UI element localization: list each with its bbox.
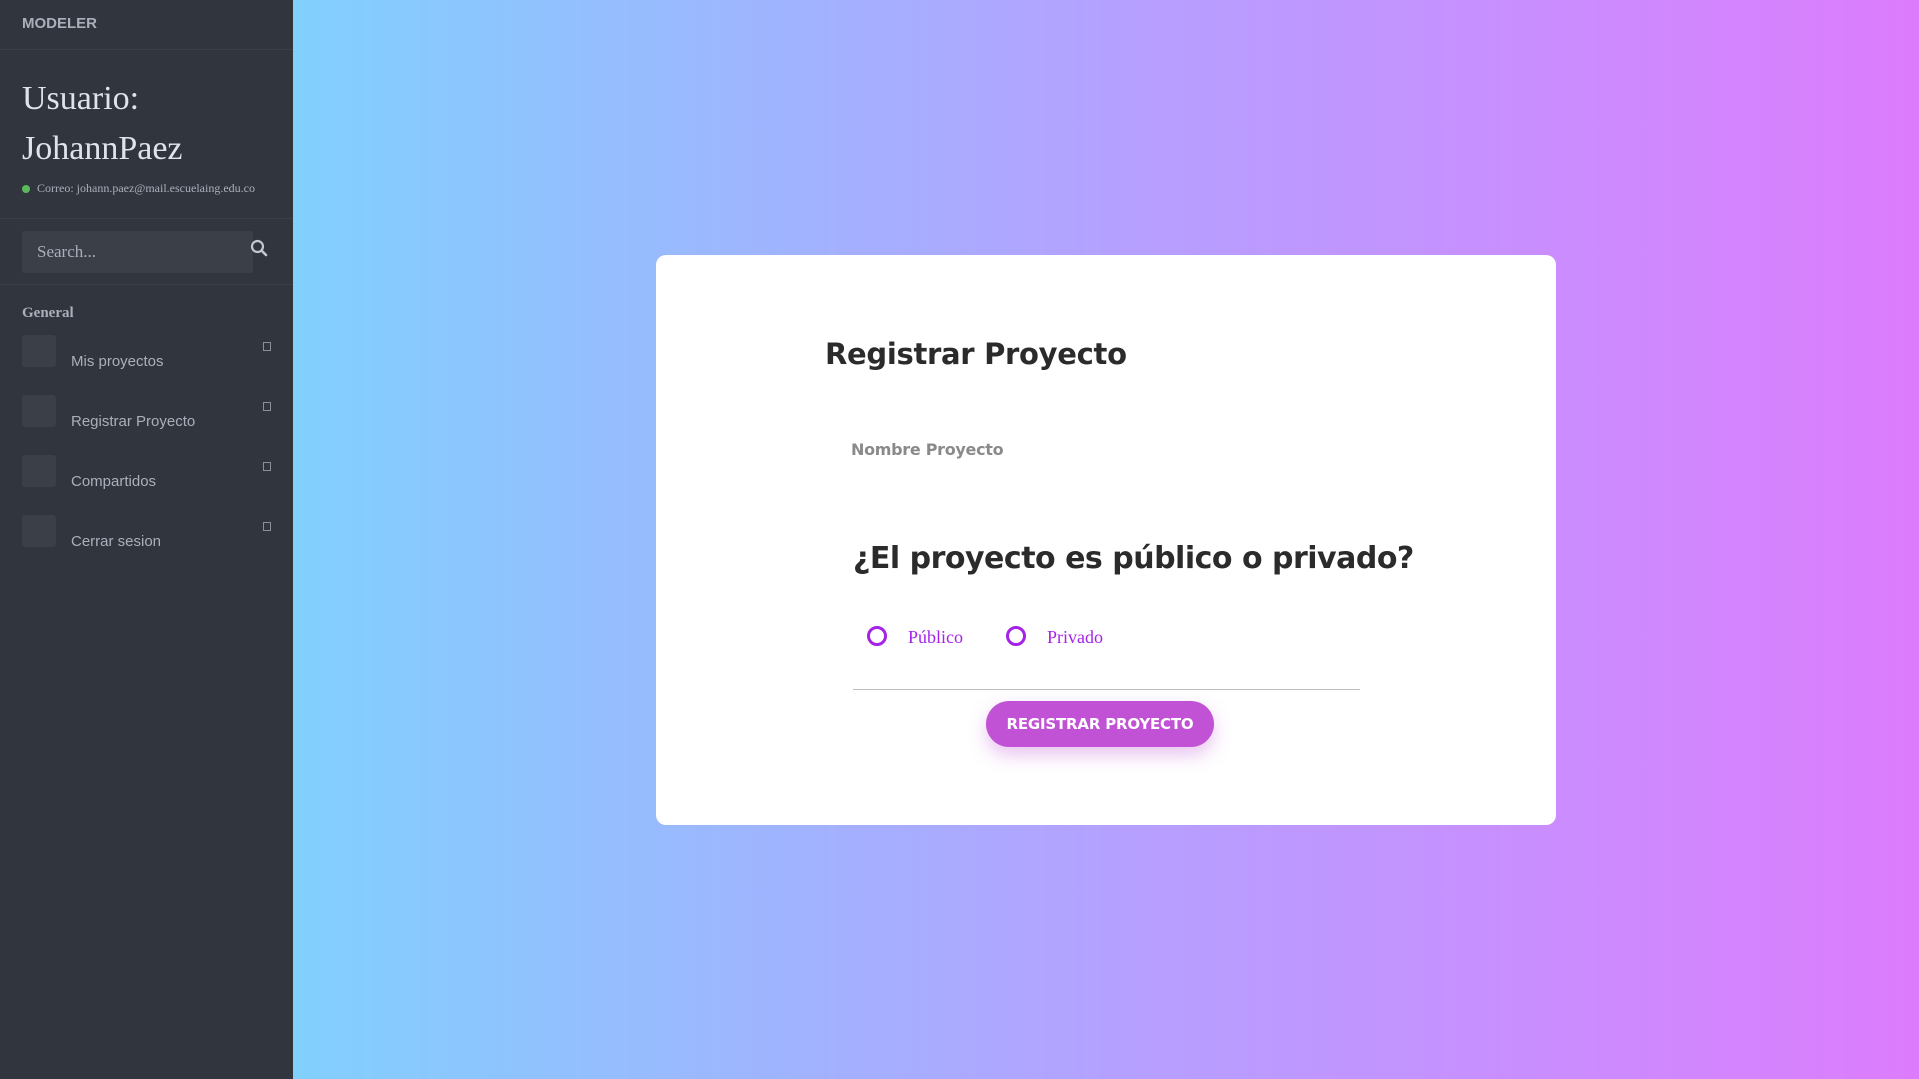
add-icon <box>22 395 56 427</box>
radio-button[interactable] <box>867 625 887 646</box>
sidebar-item-mis-proyectos[interactable]: Mis proyectos <box>0 329 293 389</box>
user-profile: Usuario: JohannPaez Correo: johann.paez@… <box>0 50 293 219</box>
user-email-row: Correo: johann.paez@mail.escuelaing.edu.… <box>22 181 271 196</box>
share-icon <box>22 455 56 487</box>
logout-icon <box>22 515 56 547</box>
search-input[interactable] <box>22 231 253 273</box>
sidebar-item-label: Mis proyectos <box>71 353 164 370</box>
divider <box>853 689 1360 690</box>
radio-label: Público <box>908 627 964 647</box>
radio-label: Privado <box>1047 627 1104 647</box>
sidebar-item-label: Cerrar sesion <box>71 533 162 550</box>
sidebar-item-label: Registrar Proyecto <box>71 413 196 430</box>
sidebar-item-compartidos[interactable]: Compartidos <box>0 449 293 509</box>
project-name-label: Nombre Proyecto <box>851 440 1004 459</box>
register-project-card: Registrar Proyecto Nombre Proyecto ¿El p… <box>656 255 1556 825</box>
radio-privado[interactable]: Privado <box>1000 623 1103 648</box>
sidebar: MODELER Usuario: JohannPaez Correo: joha… <box>0 0 293 1079</box>
visibility-question: ¿El proyecto es público o privado? <box>853 541 1414 576</box>
sidebar-search <box>0 219 293 285</box>
menu-section-title: General <box>22 305 74 321</box>
visibility-radio-group: Público Privado <box>861 623 1140 648</box>
app-brand[interactable]: MODELER <box>0 0 293 50</box>
chevron-icon <box>263 462 271 471</box>
sidebar-menu: Mis proyectos Registrar Proyecto Compart… <box>0 329 293 569</box>
sidebar-item-label: Compartidos <box>71 473 157 490</box>
search-icon[interactable] <box>250 239 274 263</box>
folder-icon <box>22 335 56 367</box>
user-email: Correo: johann.paez@mail.escuelaing.edu.… <box>37 181 255 195</box>
online-status-dot <box>22 184 30 193</box>
project-name-input[interactable] <box>851 460 1356 520</box>
page-title: Registrar Proyecto <box>825 337 1127 371</box>
chevron-icon <box>263 402 271 411</box>
main-content: Registrar Proyecto Nombre Proyecto ¿El p… <box>293 0 1919 1079</box>
chevron-icon <box>263 342 271 351</box>
chevron-icon <box>263 522 271 531</box>
register-project-button[interactable]: REGISTRAR PROYECTO <box>986 701 1214 747</box>
sidebar-item-cerrar-sesion[interactable]: Cerrar sesion <box>0 509 293 569</box>
radio-publico[interactable]: Público <box>861 623 963 648</box>
sidebar-item-registrar-proyecto[interactable]: Registrar Proyecto <box>0 389 293 449</box>
user-name: Usuario: JohannPaez <box>22 80 183 167</box>
radio-button[interactable] <box>1006 625 1027 646</box>
